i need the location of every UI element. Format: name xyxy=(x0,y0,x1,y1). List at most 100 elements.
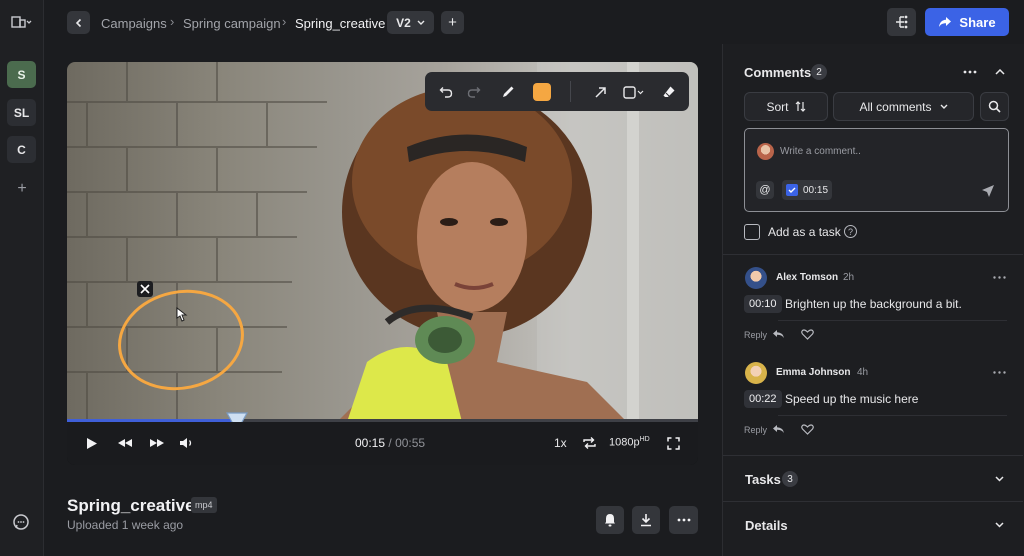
comment-input[interactable]: Write a comment.. xyxy=(780,146,861,157)
comments-menu-button[interactable] xyxy=(961,64,979,80)
eraser-icon xyxy=(663,86,675,98)
workspace-label: C xyxy=(17,142,26,157)
video-frame-image xyxy=(67,62,698,422)
comments-filter-select[interactable]: All comments xyxy=(833,92,974,121)
breadcrumb-current: Spring_creative xyxy=(295,16,386,31)
like-heart-icon[interactable] xyxy=(801,424,814,435)
quality-select[interactable]: 1080pHD xyxy=(609,436,650,449)
eraser-tool-button[interactable] xyxy=(660,83,678,101)
tasks-count: 3 xyxy=(782,471,798,487)
reply-icon[interactable] xyxy=(772,424,785,434)
comment-author: Emma Johnson xyxy=(776,367,851,378)
workspace-s[interactable]: S xyxy=(7,61,36,88)
sort-label: Sort xyxy=(766,99,789,114)
workflow-button[interactable] xyxy=(887,8,916,36)
mention-button[interactable]: @ xyxy=(756,181,774,199)
timecode: 00:15 / 00:55 xyxy=(355,436,425,450)
like-heart-icon[interactable] xyxy=(801,329,814,340)
breadcrumb-spring-campaign[interactable]: Spring campaign xyxy=(183,16,281,31)
collapse-comments-button[interactable] xyxy=(992,64,1008,80)
arrow-tool-button[interactable] xyxy=(591,83,609,101)
chevron-down-icon xyxy=(995,476,1004,482)
video-player[interactable]: 00:15 / 00:55 1x 1080pHD xyxy=(67,62,698,465)
playback-speed[interactable]: 1x xyxy=(554,436,567,450)
reply-icon[interactable] xyxy=(772,329,785,339)
user-avatar xyxy=(757,143,774,160)
rewind-button[interactable] xyxy=(115,435,135,451)
loop-button[interactable] xyxy=(580,434,598,452)
fullscreen-icon xyxy=(666,436,680,450)
chevron-right-icon: › xyxy=(282,14,287,29)
reply-link[interactable]: Reply xyxy=(744,330,767,340)
loop-icon xyxy=(582,437,596,449)
file-type-badge: mp4 xyxy=(191,497,217,513)
share-arrow-icon xyxy=(939,17,952,27)
divider xyxy=(778,320,1007,321)
comments-title: Comments xyxy=(744,65,812,80)
comment-time-ago: 2h xyxy=(843,272,855,283)
share-button[interactable]: Share xyxy=(925,8,1009,36)
redo-icon xyxy=(467,87,481,98)
back-button[interactable] xyxy=(67,11,90,34)
chat-support-icon[interactable] xyxy=(11,513,31,531)
download-button[interactable] xyxy=(632,506,660,534)
forward-button[interactable] xyxy=(147,435,167,451)
workspace-label: S xyxy=(17,67,26,82)
fullscreen-button[interactable] xyxy=(664,434,682,452)
pen-tool-button[interactable] xyxy=(499,83,517,101)
chevron-up-icon xyxy=(995,69,1005,75)
comment-menu-button[interactable] xyxy=(991,367,1007,377)
notify-button[interactable] xyxy=(596,506,624,534)
comment-timestamp[interactable]: 00:10 xyxy=(744,295,782,313)
reply-link[interactable]: Reply xyxy=(744,425,767,435)
share-label: Share xyxy=(959,14,996,30)
comment-timestamp[interactable]: 00:22 xyxy=(744,390,782,408)
add-version-button[interactable]: + xyxy=(441,11,464,34)
volume-button[interactable] xyxy=(178,435,196,451)
tasks-title: Tasks xyxy=(745,472,781,487)
comment-menu-button[interactable] xyxy=(991,272,1007,282)
comment-text: Speed up the music here xyxy=(785,392,919,406)
comment-text: Brighten up the background a bit. xyxy=(785,297,962,311)
more-options-button[interactable] xyxy=(669,506,698,534)
add-workspace-icon[interactable]: + xyxy=(12,180,32,197)
ellipsis-icon xyxy=(677,518,690,522)
help-icon[interactable]: ? xyxy=(844,225,857,238)
pen-icon xyxy=(503,86,514,97)
time-separator: / xyxy=(388,436,392,450)
add-as-task-checkbox[interactable] xyxy=(744,224,760,240)
play-button[interactable] xyxy=(83,435,101,451)
search-icon xyxy=(988,100,1001,113)
comment-time-ago: 4h xyxy=(857,367,869,378)
search-comments-button[interactable] xyxy=(980,92,1009,121)
comments-count: 2 xyxy=(811,64,827,80)
ellipsis-icon xyxy=(963,70,977,74)
annotation-toolbar xyxy=(425,72,689,111)
breadcrumb-campaigns[interactable]: Campaigns xyxy=(101,16,167,31)
arrow-icon xyxy=(594,86,606,98)
checkbox-checked-icon xyxy=(785,184,798,196)
ellipsis-icon xyxy=(992,370,1006,374)
shape-tool-button[interactable] xyxy=(621,83,647,101)
redo-button[interactable] xyxy=(465,83,483,101)
filter-label: All comments xyxy=(859,99,932,114)
workspace-switcher-icon[interactable] xyxy=(8,12,36,32)
version-select[interactable]: V2 xyxy=(387,11,434,34)
color-swatch[interactable] xyxy=(533,83,551,101)
timestamp-toggle[interactable]: 00:15 xyxy=(782,180,832,200)
workspace-rail: S SL C + xyxy=(0,0,44,556)
speaker-icon xyxy=(180,438,192,448)
details-title: Details xyxy=(745,518,788,533)
workspace-c[interactable]: C xyxy=(7,136,36,163)
workflow-icon xyxy=(895,15,907,29)
workspace-sl[interactable]: SL xyxy=(7,99,36,126)
undo-button[interactable] xyxy=(437,83,455,101)
toolbar-divider xyxy=(570,81,571,102)
send-icon xyxy=(982,185,994,197)
chevron-down-icon xyxy=(940,104,948,109)
send-button[interactable] xyxy=(979,182,997,200)
version-label: V2 xyxy=(396,15,411,30)
avatar xyxy=(745,267,767,289)
upload-date: Uploaded 1 week ago xyxy=(67,518,184,532)
sort-button[interactable]: Sort xyxy=(744,92,828,121)
